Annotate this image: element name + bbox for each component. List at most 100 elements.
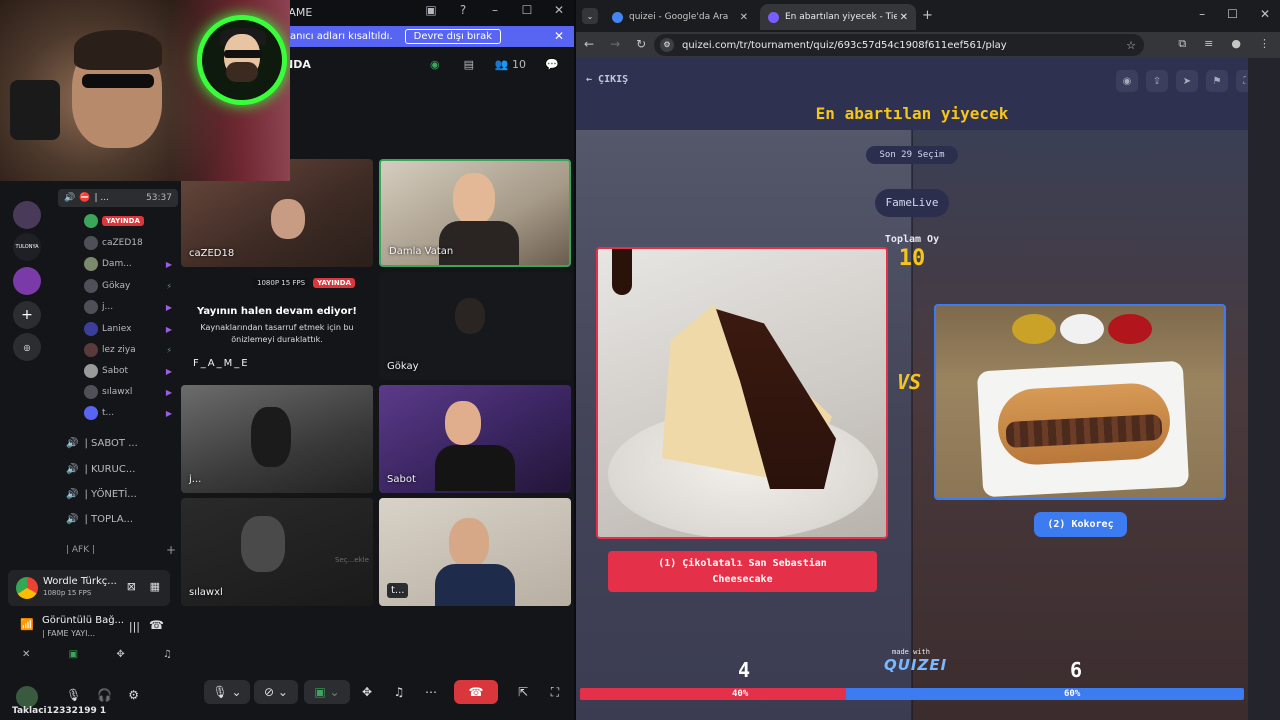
scrollbar-edge[interactable] [1248, 58, 1280, 720]
new-tab-icon[interactable]: + [922, 8, 933, 23]
menu-icon[interactable]: ⋮ [1259, 37, 1270, 51]
server-tulonya[interactable]: TULONYA [13, 233, 41, 261]
option1-button[interactable]: (1) Çikolatalı San Sebastian Cheesecake [608, 551, 877, 592]
video-tile[interactable]: t... [379, 498, 571, 606]
video-tile[interactable]: Gökay [379, 272, 571, 380]
member-row[interactable]: j... ▶ [84, 299, 180, 315]
add-server-icon[interactable]: + [13, 301, 41, 329]
streamer-badge: FameLive [875, 189, 949, 217]
option2-image[interactable] [934, 304, 1226, 500]
banner-close-icon[interactable]: ✕ [554, 29, 564, 43]
channel-item[interactable]: 🔊 | KURUC... [66, 461, 135, 477]
site-info-icon[interactable]: ⚙ [660, 38, 674, 52]
member-row[interactable]: Sabot ▶ [84, 363, 180, 379]
option1-image[interactable] [596, 247, 888, 539]
server-icon[interactable] [13, 201, 41, 229]
chat-icon[interactable]: 💬 [544, 56, 560, 72]
chat-toggle-icon[interactable]: ▤ [461, 56, 477, 72]
channel-item[interactable]: 🔊 | YÖNETİ... [66, 486, 137, 502]
video-tile[interactable]: j... [181, 385, 373, 493]
stream-paused-tile[interactable]: 1080P 15 FPS YAYINDA Yayının halen devam… [181, 270, 373, 378]
member-row[interactable]: lez ziya ⚡ [84, 342, 180, 358]
send-icon[interactable]: ➤ [1176, 70, 1198, 92]
activity-icon[interactable]: ◉ [427, 56, 443, 72]
add-channel-icon[interactable]: + [166, 543, 176, 557]
discover-icon[interactable]: ◎ [13, 333, 41, 361]
activity-panel[interactable]: Wordle Türkç... 1080p 15 FPS ⊠ ▦ [8, 570, 170, 606]
camera-button[interactable]: ⊘ ⌄ [254, 680, 298, 704]
screen-share-button[interactable]: ▣ ⌄ [304, 680, 350, 704]
flag-icon[interactable]: ⚑ [1206, 70, 1228, 92]
profile-icon[interactable]: ● [1231, 37, 1241, 51]
mic-button[interactable]: 🎙 ⌄ [204, 680, 250, 704]
address-bar[interactable]: ⚙ quizei.com/tr/tournament/quiz/693c57d5… [654, 34, 1144, 56]
member-count[interactable]: 👥 10 [495, 58, 526, 71]
help-icon[interactable]: ? [456, 3, 470, 17]
video-tile[interactable]: Seç...ekle sılawxl [181, 498, 373, 606]
made-with-logo[interactable]: made with QUIZEI [884, 648, 946, 674]
more-button[interactable]: ⋯ [420, 680, 442, 704]
option1-percent: 40% [732, 689, 749, 699]
channel-item[interactable]: 🔊 | TOPLA... [66, 511, 133, 527]
disconnect-button[interactable]: ☎ [454, 680, 498, 704]
media-icon[interactable]: ≡ [1204, 37, 1213, 51]
member-row[interactable]: t... ▶ [84, 405, 180, 421]
disable-button[interactable]: Devre dışı bırak [404, 29, 502, 44]
video-tile[interactable]: Sabot [379, 385, 571, 493]
soundboard-icon[interactable]: ♫ [163, 649, 172, 660]
disconnect-icon[interactable]: ☎ [149, 618, 164, 632]
signal-icon[interactable]: 📶 [20, 618, 34, 631]
tab-close-icon[interactable]: ✕ [900, 12, 908, 23]
maximize-icon[interactable]: ☐ [520, 3, 534, 17]
member-row[interactable]: Laniex ▶ [84, 321, 180, 337]
inbox-icon[interactable]: ▣ [424, 3, 438, 17]
member-row[interactable]: caZED18 [84, 235, 180, 251]
noise-icon[interactable]: ||| [129, 620, 140, 633]
settings-icon[interactable]: ▦ [150, 580, 160, 593]
headphones-icon[interactable]: 🎧 [97, 688, 112, 702]
stream-icon: ⚡ [166, 281, 172, 291]
option2-button[interactable]: (2) Kokoreç [1034, 512, 1127, 537]
member-row[interactable]: sılawxl ▶ [84, 384, 180, 400]
camera-off-icon[interactable]: ✕ [22, 649, 30, 660]
participant-body [439, 221, 519, 265]
extensions-icon[interactable]: ⧉ [1178, 37, 1186, 51]
popout-button[interactable]: ⇱ [512, 680, 534, 704]
microphone-icon[interactable]: 🎙 [66, 688, 81, 702]
minimize-icon[interactable]: – [488, 3, 502, 17]
logo-glasses [224, 50, 262, 58]
forward-icon[interactable]: → [610, 37, 620, 51]
close-icon[interactable]: ✕ [552, 3, 566, 17]
exit-button[interactable]: ← ÇIKIŞ [586, 74, 628, 85]
channel-item[interactable]: 🔊 | SABOT ... [66, 435, 138, 451]
member-row[interactable]: Gökay ⚡ [84, 278, 180, 294]
minimize-icon[interactable]: – [1199, 7, 1205, 21]
fullscreen-button[interactable]: ⛶ [544, 680, 566, 704]
member-row[interactable]: Dam... ▶ [84, 256, 180, 272]
eye-icon[interactable]: ◉ [1116, 70, 1138, 92]
stop-stream-icon[interactable]: ⊠ [127, 580, 136, 593]
share-icon[interactable]: ⇪ [1146, 70, 1168, 92]
soundboard-button[interactable]: ♫ [388, 680, 410, 704]
server-icon[interactable] [13, 267, 41, 295]
activities-icon[interactable]: ✥ [116, 649, 124, 660]
settings-gear-icon[interactable]: ⚙ [128, 688, 139, 702]
tab-search-icon[interactable]: ⌄ [582, 8, 598, 24]
reload-icon[interactable]: ↻ [636, 37, 646, 51]
back-icon[interactable]: ← [584, 37, 594, 51]
member-row[interactable]: YAYINDA [84, 213, 180, 229]
tab-quiz[interactable]: En abartılan yiyecek - Tier List, ... ✕ [760, 4, 916, 30]
screen-share-icon: ▣ ⌄ [314, 685, 340, 699]
tab-google-search[interactable]: quizei - Google'da Ara ✕ [604, 4, 756, 30]
voice-channel[interactable]: 🔊 ⛔ | ... 53:37 [58, 189, 178, 207]
video-tile-speaking[interactable]: Damla Vatan [379, 159, 571, 267]
vs-icon: VS [897, 370, 922, 394]
avatar[interactable] [16, 686, 38, 708]
maximize-icon[interactable]: ☐ [1227, 7, 1238, 21]
close-icon[interactable]: ✕ [1260, 7, 1270, 21]
activities-button[interactable]: ✥ [356, 680, 378, 704]
screen-share-icon[interactable]: ▣ [69, 649, 78, 660]
tab-close-icon[interactable]: ✕ [740, 12, 748, 23]
bookmark-star-icon[interactable]: ☆ [1126, 39, 1136, 52]
afk-category[interactable]: | AFK | + [66, 543, 176, 557]
